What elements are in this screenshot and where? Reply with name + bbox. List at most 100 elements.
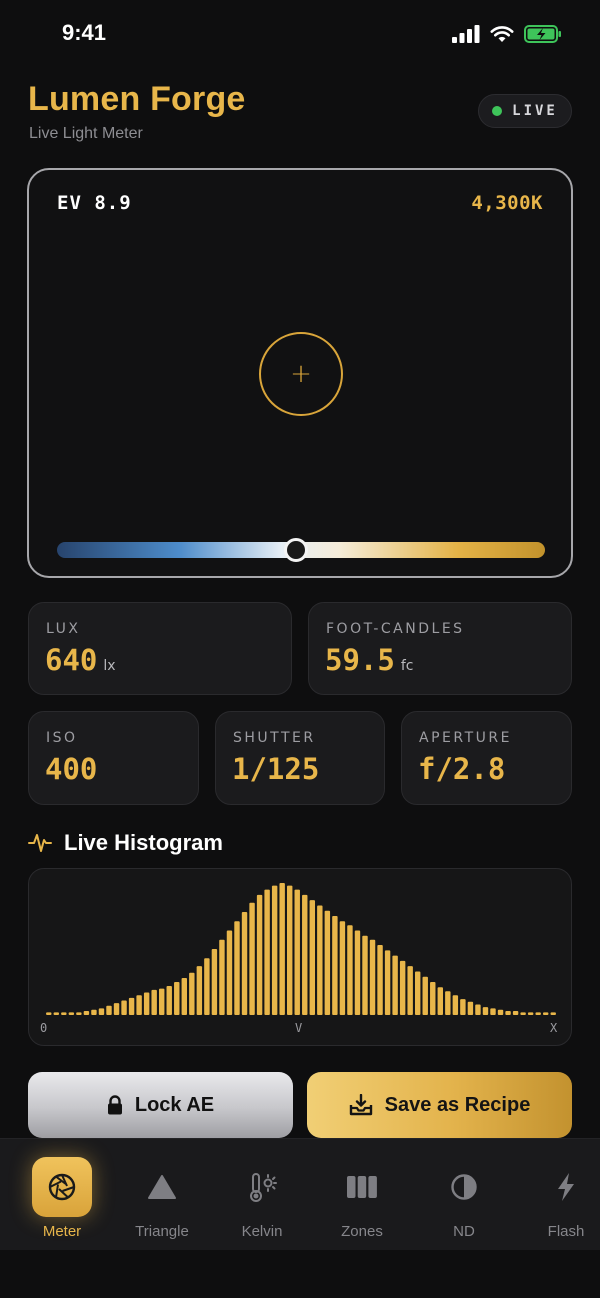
histogram-bar — [98, 1008, 105, 1015]
histogram-bar — [339, 921, 346, 1015]
histogram-bar — [287, 885, 293, 1015]
histogram-bar — [535, 1012, 541, 1015]
tab-meter[interactable]: Meter — [12, 1139, 112, 1251]
histogram-bar — [490, 1008, 496, 1015]
histogram-bar — [527, 1012, 534, 1015]
histogram-bar — [445, 991, 451, 1015]
save-recipe-button[interactable]: Save as Recipe — [307, 1072, 572, 1138]
histogram-bar — [151, 989, 157, 1015]
histogram-bar — [550, 1012, 556, 1015]
wifi-icon — [490, 26, 514, 42]
save-recipe-label: Save as Recipe — [384, 1093, 531, 1116]
histogram-bar — [113, 1003, 120, 1015]
tab-triangle-label: Triangle — [135, 1223, 189, 1240]
shutter-card[interactable]: SHUTTER 1/125 — [215, 711, 385, 805]
iso-value: 400 — [45, 752, 98, 786]
histogram-bar — [512, 1011, 519, 1015]
iso-card[interactable]: ISO 400 — [28, 711, 199, 805]
histogram-axis-end: X — [550, 1021, 558, 1035]
histogram-bar — [249, 902, 255, 1015]
shutter-label: SHUTTER — [233, 730, 316, 746]
histogram-bar — [467, 1001, 474, 1015]
histogram-bar — [189, 972, 195, 1015]
shutter-value: 1/125 — [232, 752, 320, 786]
status-icons — [452, 24, 562, 44]
histogram-bar — [83, 1011, 90, 1015]
histogram-bar — [53, 1012, 59, 1015]
color-temperature-slider-thumb[interactable] — [284, 538, 309, 562]
camera-viewfinder[interactable]: EV 8.9 4,300K + — [27, 168, 573, 578]
histogram-bar — [415, 971, 421, 1015]
histogram-bar — [505, 1011, 511, 1015]
histogram-bar — [460, 999, 466, 1015]
tab-zones[interactable]: Zones — [312, 1139, 412, 1251]
histogram-bar — [234, 921, 240, 1015]
tab-kelvin-icon-wrap — [232, 1157, 292, 1217]
histogram-bar — [46, 1012, 52, 1015]
histogram-title: Live Histogram — [64, 830, 223, 855]
app-title: Lumen Forge — [28, 80, 246, 118]
histogram-bar — [369, 939, 376, 1015]
aperture-label: APERTURE — [419, 730, 512, 746]
iso-label: ISO — [46, 730, 78, 746]
histogram-bar — [91, 1009, 97, 1015]
lock-ae-button[interactable]: Lock AE — [28, 1072, 293, 1138]
tab-nd-label: ND — [453, 1223, 475, 1240]
aperture-icon — [48, 1173, 76, 1201]
lux-unit: lx — [103, 658, 116, 674]
histogram-bar — [76, 1012, 82, 1015]
histogram-bar — [106, 1005, 112, 1015]
histogram-bar — [196, 966, 203, 1015]
histogram-panel: 0 V X — [28, 868, 572, 1046]
tab-flash[interactable]: Flash — [516, 1139, 600, 1251]
histogram-bar — [302, 894, 308, 1015]
histogram-bar — [399, 960, 406, 1015]
app-subtitle: Live Light Meter — [29, 125, 143, 142]
histogram-bar — [211, 949, 218, 1015]
histogram-bar — [174, 982, 180, 1015]
half-circle-icon — [451, 1174, 477, 1200]
tab-kelvin[interactable]: Kelvin — [212, 1139, 312, 1251]
lux-value-line: 640 lx — [45, 643, 116, 677]
histogram-bar — [219, 939, 225, 1015]
home-indicator-area — [0, 1250, 600, 1298]
triangle-icon — [148, 1175, 176, 1199]
kelvin-readout: 4,300K — [471, 192, 543, 214]
histogram-bar — [475, 1004, 481, 1015]
histogram-bar — [68, 1012, 75, 1015]
zones-icon — [347, 1176, 377, 1198]
ev-readout: EV 8.9 — [57, 192, 132, 214]
foot-candles-card: FOOT-CANDLES 59.5 fc — [308, 602, 572, 695]
tab-zones-label: Zones — [341, 1223, 383, 1240]
histogram-bar — [362, 935, 368, 1015]
color-temperature-slider[interactable] — [57, 538, 545, 562]
tab-nd[interactable]: ND — [414, 1139, 514, 1251]
metering-target[interactable]: + — [259, 332, 343, 416]
tab-flash-label: Flash — [547, 1223, 585, 1240]
foot-candles-label: FOOT-CANDLES — [326, 621, 465, 637]
battery-charging-icon — [524, 25, 561, 43]
tab-meter-icon-wrap — [32, 1157, 92, 1217]
histogram-bar — [309, 900, 315, 1015]
histogram-axis-start: 0 — [40, 1021, 48, 1035]
histogram-bar — [166, 985, 172, 1015]
live-indicator-dot — [492, 106, 503, 116]
crosshair-icon: + — [290, 359, 312, 389]
histogram-bar — [121, 1000, 127, 1015]
histogram-bar — [256, 894, 263, 1015]
aperture-card[interactable]: APERTURE f/2.8 — [401, 711, 572, 805]
tab-triangle[interactable]: Triangle — [112, 1139, 212, 1251]
foot-candles-value-line: 59.5 fc — [325, 643, 413, 677]
thermometer-sun-icon — [250, 1173, 277, 1202]
tab-meter-label: Meter — [42, 1223, 82, 1240]
live-status-badge[interactable]: LIVE — [478, 94, 572, 128]
histogram-bar — [497, 1009, 504, 1015]
histogram-bar — [241, 912, 248, 1015]
histogram-bar — [437, 987, 443, 1015]
histogram-bar — [143, 992, 150, 1015]
histogram-bar — [294, 889, 300, 1015]
tab-triangle-icon-wrap — [132, 1157, 192, 1217]
histogram-axis-mid: V — [295, 1021, 303, 1035]
lock-ae-label: Lock AE — [134, 1093, 215, 1116]
histogram-bar — [543, 1012, 549, 1015]
